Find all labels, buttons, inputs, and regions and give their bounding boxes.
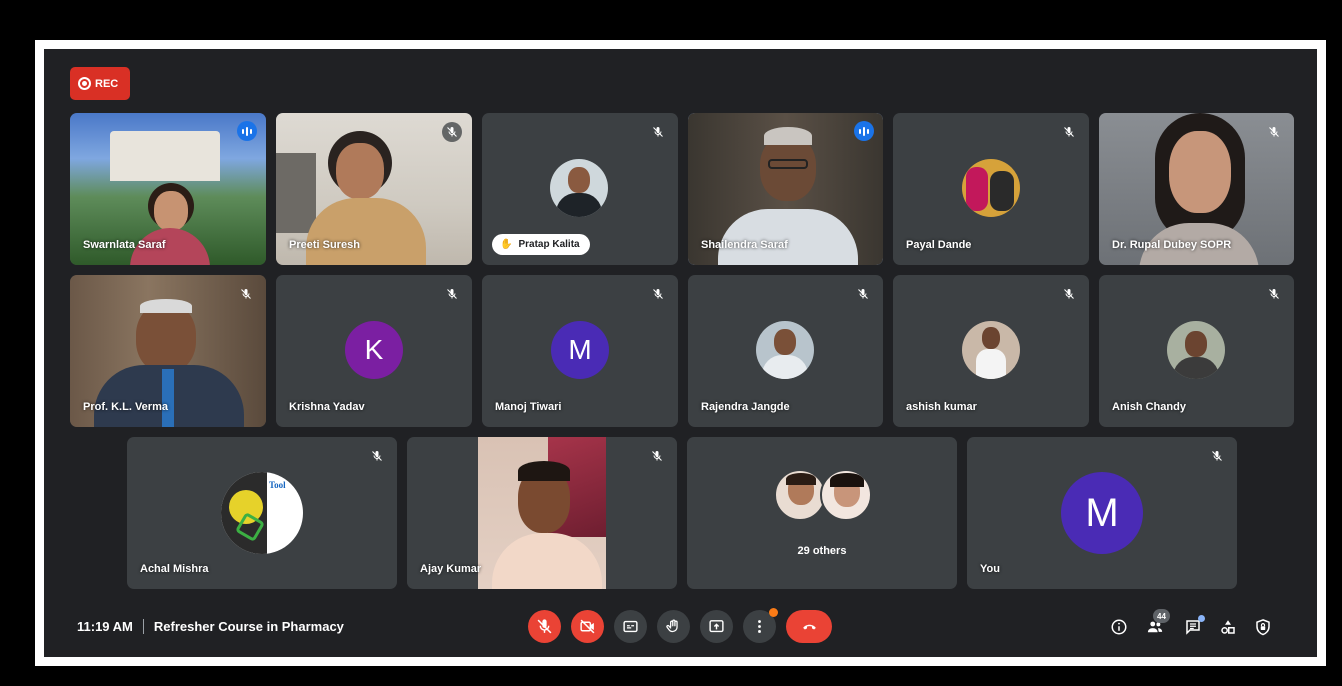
avatar-text: Tool bbox=[269, 480, 286, 490]
captions-icon bbox=[623, 620, 638, 633]
participant-name: Dr. Rupal Dubey SOPR bbox=[1112, 239, 1232, 251]
self-tile[interactable]: M You bbox=[967, 437, 1237, 589]
participant-name: Achal Mishra bbox=[140, 563, 209, 575]
raised-hand-badge: ✋ Pratap Kalita bbox=[492, 234, 590, 255]
raise-hand-button[interactable] bbox=[657, 610, 690, 643]
participant-name: You bbox=[980, 563, 1000, 575]
meeting-details-button[interactable] bbox=[1107, 615, 1131, 639]
control-bar: 11:19 AM Refresher Course in Pharmacy 44 bbox=[44, 598, 1317, 657]
mic-off-icon bbox=[537, 619, 552, 634]
hand-icon bbox=[666, 619, 678, 633]
participant-name: Payal Dande bbox=[906, 239, 972, 251]
mic-off-icon bbox=[367, 446, 387, 466]
notification-dot bbox=[769, 608, 778, 617]
mic-off-icon bbox=[442, 284, 462, 304]
participant-tile[interactable]: Swarnlata Saraf bbox=[70, 113, 266, 265]
activities-button[interactable] bbox=[1216, 615, 1240, 639]
participant-tile[interactable]: Dr. Rupal Dubey SOPR bbox=[1099, 113, 1294, 265]
participant-name: Prof. K.L. Verma bbox=[83, 401, 168, 413]
hand-icon: ✋ bbox=[500, 239, 513, 250]
participant-name: Rajendra Jangde bbox=[701, 401, 790, 413]
mic-off-icon bbox=[1264, 284, 1284, 304]
captions-button[interactable] bbox=[614, 610, 647, 643]
info-icon bbox=[1111, 619, 1127, 635]
participant-name: Krishna Yadav bbox=[289, 401, 365, 413]
participant-tile[interactable]: M Manoj Tiwari bbox=[482, 275, 678, 427]
recording-badge: REC bbox=[70, 67, 130, 100]
participant-tile[interactable]: Tool Achal Mishra bbox=[127, 437, 397, 589]
mic-off-icon bbox=[648, 284, 668, 304]
participant-tile[interactable]: Prof. K.L. Verma bbox=[70, 275, 266, 427]
participant-name: Swarnlata Saraf bbox=[83, 239, 166, 251]
speaking-indicator-icon bbox=[854, 121, 874, 141]
chat-button[interactable] bbox=[1181, 615, 1205, 639]
avatar bbox=[756, 321, 814, 379]
others-tile[interactable]: 29 others bbox=[687, 437, 957, 589]
video-feed bbox=[478, 437, 606, 589]
avatar bbox=[962, 321, 1020, 379]
avatar bbox=[550, 159, 608, 217]
avatar bbox=[820, 469, 872, 521]
present-icon bbox=[709, 620, 724, 633]
participant-tile[interactable]: Ajay Kumar bbox=[407, 437, 677, 589]
avatar: K bbox=[345, 321, 403, 379]
participant-tile[interactable]: ashish kumar bbox=[893, 275, 1089, 427]
avatar bbox=[1167, 321, 1225, 379]
speaking-indicator-icon bbox=[237, 121, 257, 141]
avatar: M bbox=[551, 321, 609, 379]
participant-tile[interactable]: ✋ Pratap Kalita bbox=[482, 113, 678, 265]
mic-off-icon bbox=[1059, 122, 1079, 142]
camera-off-icon bbox=[580, 619, 595, 634]
mic-off-icon bbox=[648, 122, 668, 142]
participant-name: Manoj Tiwari bbox=[495, 401, 562, 413]
mic-off-icon bbox=[1059, 284, 1079, 304]
others-count: 29 others bbox=[797, 545, 847, 557]
mic-off-icon bbox=[1207, 446, 1227, 466]
avatar bbox=[774, 469, 826, 521]
avatar bbox=[962, 159, 1020, 217]
activities-icon bbox=[1221, 620, 1235, 634]
participant-count-badge: 44 bbox=[1153, 609, 1170, 623]
meeting-title[interactable]: Refresher Course in Pharmacy bbox=[154, 619, 344, 634]
avatar: M bbox=[1061, 472, 1143, 554]
participant-tile[interactable]: Shailendra Saraf bbox=[688, 113, 883, 265]
participant-tile[interactable]: Preeti Suresh bbox=[276, 113, 472, 265]
participant-name: Pratap Kalita bbox=[518, 239, 580, 250]
present-screen-button[interactable] bbox=[700, 610, 733, 643]
host-controls-button[interactable] bbox=[1251, 615, 1275, 639]
divider bbox=[142, 619, 144, 634]
call-end-icon bbox=[802, 624, 816, 630]
participant-tile[interactable]: K Krishna Yadav bbox=[276, 275, 472, 427]
participant-tile[interactable]: Anish Chandy bbox=[1099, 275, 1294, 427]
mic-off-icon bbox=[853, 284, 873, 304]
participant-name: Preeti Suresh bbox=[289, 239, 360, 251]
more-options-button[interactable] bbox=[743, 608, 778, 643]
clock-time: 11:19 AM bbox=[77, 619, 133, 634]
people-button[interactable]: 44 bbox=[1143, 609, 1170, 639]
mic-off-icon bbox=[442, 122, 462, 142]
microphone-toggle-button[interactable] bbox=[528, 610, 561, 643]
participant-tile[interactable]: Rajendra Jangde bbox=[688, 275, 883, 427]
meeting-details: 11:19 AM Refresher Course in Pharmacy bbox=[77, 619, 344, 634]
more-vert-icon bbox=[758, 620, 761, 633]
chat-notification-dot bbox=[1198, 615, 1205, 622]
mic-off-icon bbox=[647, 446, 667, 466]
participant-name: Anish Chandy bbox=[1112, 401, 1186, 413]
leave-call-button[interactable] bbox=[786, 610, 832, 643]
recording-label: REC bbox=[95, 77, 119, 90]
mic-off-icon bbox=[1264, 122, 1284, 142]
participant-name: Shailendra Saraf bbox=[701, 239, 788, 251]
participant-name: Ajay Kumar bbox=[420, 563, 482, 575]
mic-off-icon bbox=[236, 284, 256, 304]
participant-name: ashish kumar bbox=[906, 401, 977, 413]
camera-toggle-button[interactable] bbox=[571, 610, 604, 643]
shield-lock-icon bbox=[1256, 619, 1270, 636]
meet-window: REC Swarnlata Saraf Preeti Suresh ✋ Prat… bbox=[44, 49, 1317, 657]
record-icon bbox=[78, 77, 91, 90]
avatar: Tool bbox=[221, 472, 303, 554]
participant-tile[interactable]: Payal Dande bbox=[893, 113, 1089, 265]
